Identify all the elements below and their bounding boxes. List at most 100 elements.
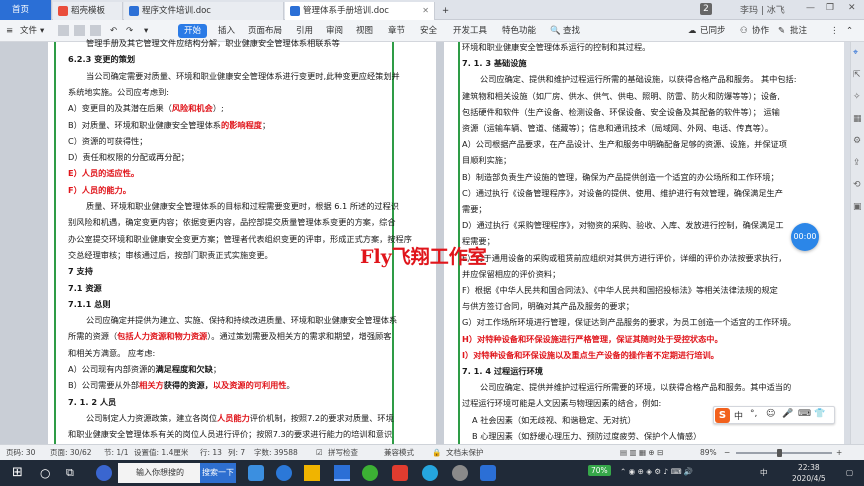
text-line[interactable]: E）对于通用设备的采购或租赁前应组织对其供方进行评价，详细的评价办法按要求执行， [462, 253, 787, 264]
menu-file[interactable]: 文件 [20, 24, 37, 38]
recording-timer[interactable]: 00:00 [791, 223, 819, 251]
tab-manual-doc[interactable]: 管理体系手册培训.doc ✕ [285, 2, 435, 20]
menu-comment[interactable]: 批注 [790, 24, 807, 38]
tab-template[interactable]: 稻壳模板 [53, 2, 123, 20]
text-line[interactable]: 7. 1. 4 过程运行环境 [462, 366, 543, 377]
menu-reference[interactable]: 引用 [296, 24, 313, 38]
text-line[interactable]: B）对质量、环境和职业健康安全管理体系的影响程度； [68, 120, 270, 131]
text-line[interactable]: 包括硬件和软件（生产设备、检测设备、环保设备、安全设备及其配备的软件等）； 运输 [462, 107, 780, 118]
taskbar-search-input[interactable]: 输入你想搜的 搜索一下 [118, 463, 236, 483]
menu-layout[interactable]: 页面布局 [248, 24, 282, 38]
zoom-in-icon[interactable]: + [836, 447, 842, 459]
text-line[interactable]: 7. 1. 3 基础设施 [462, 58, 527, 69]
clock-time[interactable]: 22:38 [798, 463, 820, 472]
preview-icon[interactable] [90, 25, 101, 36]
text-line[interactable]: G）对工作场所环境进行管理，保证达到产品服务的要求，为员工创造一个适宜的工作环境… [462, 317, 796, 328]
more-icon[interactable]: ⋮ [830, 24, 839, 38]
text-line[interactable]: 公司制定人力资源政策，建立各岗位人员能力评价机制，按照7.2的要求对质量、环境 [86, 413, 394, 424]
tab-program-doc[interactable]: 程序文件培训.doc [124, 2, 284, 20]
menu-start[interactable]: 开始 [178, 24, 208, 38]
view-mode-icon[interactable]: ▤ ▥ ▦ ⊕ ⊟ [620, 447, 663, 459]
grid-icon[interactable]: ▦ [853, 114, 862, 124]
ime-lang[interactable]: 中 [734, 409, 743, 422]
text-line[interactable]: 系统地实施。公司应考虑到: [68, 87, 169, 98]
text-line[interactable]: 质量、环境和职业健康安全管理体系的目标和过程需要变更时，根据 6.1 所述的过程… [86, 201, 399, 212]
save-icon[interactable] [58, 25, 69, 36]
text-line[interactable]: A）公司根据产品要求，在产品设计、生产和服务中明确配备足够的资源、设施，并保证项 [462, 139, 787, 150]
task-view-icon[interactable]: ⧉ [66, 465, 82, 481]
text-line[interactable]: 7. 1. 2 人员 [68, 397, 116, 408]
notification-icon[interactable]: ▢ [846, 468, 853, 477]
select-icon[interactable]: ⇱ [853, 70, 861, 80]
text-line[interactable]: 当公司确定需要对质量、环境和职业健康安全管理体系进行变更时,此种变更应经策划并 [86, 71, 400, 82]
keyboard-icon[interactable]: ⌨ [798, 409, 811, 419]
style-icon[interactable]: ✧ [853, 92, 861, 102]
hamburger-icon[interactable]: ≡ [6, 24, 13, 38]
menu-features[interactable]: 特色功能 [502, 24, 536, 38]
new-tab-button[interactable]: + [436, 2, 456, 20]
print-icon[interactable] [74, 25, 85, 36]
status-words[interactable]: 字数: 39588 [254, 447, 298, 459]
text-line[interactable]: D）通过执行《采购管理程序》，对物资的采购、验收、入库、发放进行控制，确保满足工 [462, 220, 784, 231]
minimize-icon[interactable]: — [806, 3, 815, 13]
zoom-out-icon[interactable]: − [724, 447, 730, 459]
text-line[interactable]: F）人员的能力。 [68, 185, 131, 196]
text-line[interactable]: D）责任和权限的分配或再分配； [68, 152, 189, 163]
tray-ime[interactable]: 中 [760, 467, 768, 478]
text-line[interactable]: 管理手册及其它管理文件应结构分解，职业健康安全管理体系相联系等 [86, 38, 340, 49]
text-line[interactable]: 公司应确定、提供和维护过程运行所需的基础设施，以获得合格产品和服务。 其中包括: [480, 74, 797, 85]
sync-status[interactable]: 已同步 [700, 24, 726, 38]
clock-date[interactable]: 2020/4/5 [792, 474, 826, 483]
text-line[interactable]: 交总经理审核；审核通过后，按部门职责正式实施变更。 [68, 250, 273, 261]
mic-icon[interactable]: 🎤 [782, 409, 793, 419]
text-line[interactable]: 目顺利实施； [462, 155, 511, 166]
taskbar-search-button[interactable]: 搜索一下 [200, 463, 236, 483]
tray-icons[interactable]: ⌃ ◉ ⊕ ◈ ⚙ ♪ ⌨ 🔊 [620, 467, 693, 476]
maximize-icon[interactable]: ❐ [826, 3, 834, 13]
menu-devtools[interactable]: 开发工具 [453, 24, 487, 38]
history-icon[interactable]: ⟲ [853, 180, 861, 190]
zoom-slider[interactable] [736, 452, 832, 454]
search-icon[interactable]: ○ [40, 465, 56, 481]
text-line[interactable]: F）根据《中华人民共和国合同法》、《中华人民共和国招投标法》等相关法律法规的规定 [462, 285, 778, 296]
status-pages[interactable]: 页面: 30/62 [50, 447, 92, 459]
text-line[interactable]: 公司应确定并提供为建立、实施、保持和持续改进质量、环境和职业健康安全管理体系 [86, 315, 397, 326]
app-red-icon[interactable] [392, 465, 408, 481]
text-line[interactable]: 资源（运输车辆、管道、储藏等）；信息和通讯技术（局域网、外网、电话、传真等）。 [462, 123, 773, 134]
document-page-right[interactable]: 环境和职业健康安全管理体系运行的控制和其过程。 7. 1. 3 基础设施 公司应确定… [444, 42, 844, 444]
battery-indicator[interactable]: 70% [588, 465, 611, 476]
status-spell[interactable]: 拼写检查 [328, 447, 358, 459]
zoom-level[interactable]: 89% [700, 447, 717, 459]
undo-icon[interactable]: ↶ [110, 24, 117, 38]
chevron-down-icon[interactable]: ▾ [40, 24, 44, 38]
tab-home[interactable]: 首页 [0, 0, 52, 20]
image-icon[interactable]: ▣ [853, 202, 862, 212]
redo-icon[interactable]: ↷ [126, 24, 133, 38]
menu-chapter[interactable]: 章节 [388, 24, 405, 38]
browser-e-icon[interactable] [248, 465, 264, 481]
text-line[interactable]: A 社会因素（如无歧视、和谐稳定、无对抗） [472, 415, 636, 426]
explorer-icon[interactable] [304, 465, 320, 481]
chevron-down-icon[interactable]: ▾ [144, 24, 148, 38]
text-line[interactable]: 需要； [462, 204, 487, 215]
text-line[interactable]: 和职业健康安全管理体系有关的岗位人员进行评价；按照7.3的要求进行能力的培训和意… [68, 429, 392, 440]
zoom-slider-knob[interactable] [776, 449, 782, 457]
text-line[interactable]: A）公司现有内部资源的满足程度和欠缺； [68, 364, 221, 375]
text-line[interactable]: 与供方签订合同，明确对其产品及服务的要求； [462, 301, 634, 312]
user-name[interactable]: 李玛 | 冰飞 [740, 3, 785, 16]
menu-review[interactable]: 审阅 [326, 24, 343, 38]
text-line[interactable]: 所需的资源（包括人力资源和物力资源）。通过策划需要及相关方的需求和期望，增强顾客 [68, 331, 391, 342]
spell-check-icon[interactable]: ☑ [316, 447, 323, 459]
wps-writer-icon[interactable] [334, 465, 350, 481]
text-line[interactable]: 别风险和机遇，确定变更内容；依据变更内容，品控部提交质量管理体系变更的方案，综合 [68, 217, 396, 228]
text-line[interactable]: C）资源的可获得性； [68, 136, 147, 147]
windows-start-icon[interactable]: ⊞ [12, 465, 28, 481]
text-line[interactable]: B 心理因素（如舒缓心理压力、预防过度疲劳、保护个人情感） [472, 431, 701, 442]
chevron-up-icon[interactable]: ⌃ [846, 24, 853, 38]
emoji-icon[interactable]: ☺ [766, 409, 775, 419]
menu-view[interactable]: 视图 [356, 24, 373, 38]
text-line[interactable]: C）通过执行《设备管理程序》，对设备的提供、使用、维护进行有效管理，确保满足生产 [462, 188, 783, 199]
text-line[interactable]: A）变更目的及其潜在后果（风险和机会）; [68, 103, 224, 114]
text-line[interactable]: I）对特种设备和环保设施以及重点生产设备的操作者不定期进行培训。 [462, 350, 719, 361]
text-line[interactable]: 6.2.3 变更的策划 [68, 54, 135, 65]
